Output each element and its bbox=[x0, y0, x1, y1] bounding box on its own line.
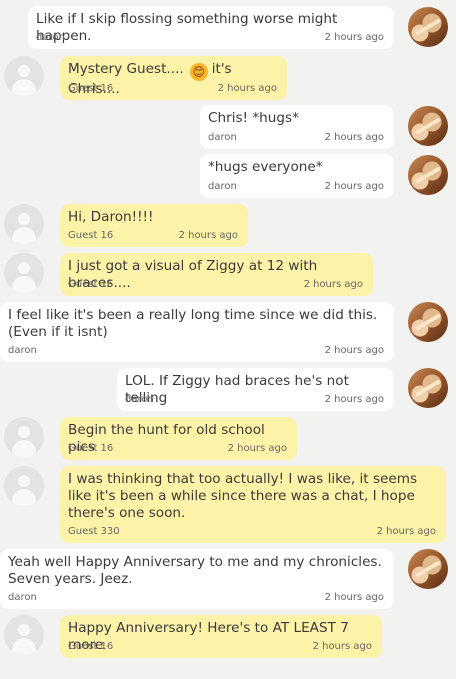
message-author[interactable]: daron bbox=[36, 32, 65, 44]
message-text: Mystery Guest.... bbox=[68, 61, 184, 77]
message-text: Hi, Daron!!!! bbox=[68, 209, 154, 225]
smile-emoji-icon: 😊 bbox=[189, 63, 208, 81]
message-author[interactable]: Guest 16 bbox=[68, 83, 113, 95]
message-author[interactable]: Guest 16 bbox=[68, 279, 113, 291]
message-text: Chris! *hugs* bbox=[208, 110, 299, 126]
message-time: 2 hours ago bbox=[324, 394, 384, 405]
message-author[interactable]: Guest 16 bbox=[68, 641, 113, 653]
message-author[interactable]: daron bbox=[208, 181, 237, 193]
message-text: I was thinking that too actually! I was … bbox=[68, 471, 418, 521]
message-bubble: Mystery Guest.... 😊 it's Chris.... Guest 1… bbox=[60, 56, 287, 100]
message-bubble: I just got a visual of Ziggy at 12 with … bbox=[60, 253, 373, 296]
message-time: 2 hours ago bbox=[324, 132, 384, 143]
message-bubble: I feel like it's been a really long time… bbox=[0, 302, 394, 362]
message-author[interactable]: Guest 16 bbox=[68, 443, 113, 455]
message-bubble: LOL. If Ziggy had braces he's not tellin… bbox=[117, 368, 394, 411]
message-author[interactable]: daron bbox=[208, 132, 237, 144]
message-bubble: Happy Anniversary! Here's to AT LEAST 7 … bbox=[60, 615, 382, 658]
message-time: 2 hours ago bbox=[324, 592, 384, 603]
message-text: Yeah well Happy Anniversary to me and my… bbox=[8, 554, 382, 587]
message-bubble: Yeah well Happy Anniversary to me and my… bbox=[0, 549, 394, 609]
chat-log: Like if I skip flossing something worse … bbox=[0, 0, 456, 679]
message-author[interactable]: daron bbox=[125, 394, 154, 406]
message-time: 2 hours ago bbox=[178, 230, 238, 241]
guest-avatar-icon[interactable] bbox=[4, 253, 44, 293]
message-time: 2 hours ago bbox=[324, 32, 384, 43]
message-bubble: Chris! *hugs* daron 2 hours ago bbox=[200, 105, 394, 149]
message-time: 2 hours ago bbox=[303, 279, 363, 290]
message-author[interactable]: Guest 330 bbox=[68, 526, 120, 538]
message-time: 2 hours ago bbox=[227, 443, 287, 454]
message-time: 2 hours ago bbox=[376, 526, 436, 537]
user-avatar[interactable] bbox=[408, 549, 448, 589]
guest-avatar-icon[interactable] bbox=[4, 417, 44, 457]
message-author[interactable]: Guest 16 bbox=[68, 230, 113, 242]
user-avatar[interactable] bbox=[408, 368, 448, 408]
message-time: 2 hours ago bbox=[324, 345, 384, 356]
message-text: *hugs everyone* bbox=[208, 159, 323, 175]
message-time: 2 hours ago bbox=[312, 641, 372, 652]
message-bubble: Hi, Daron!!!! Guest 16 2 hours ago bbox=[60, 204, 248, 247]
message-text: I feel like it's been a really long time… bbox=[8, 307, 378, 340]
message-time: 2 hours ago bbox=[324, 181, 384, 192]
message-time: 2 hours ago bbox=[217, 83, 277, 94]
message-bubble: Begin the hunt for old school pics Guest… bbox=[60, 417, 297, 460]
message-bubble: Like if I skip flossing something worse … bbox=[28, 6, 394, 49]
user-avatar[interactable] bbox=[408, 106, 448, 146]
guest-avatar-icon[interactable] bbox=[4, 466, 44, 506]
user-avatar[interactable] bbox=[408, 7, 448, 47]
guest-avatar-icon[interactable] bbox=[4, 204, 44, 244]
message-bubble: I was thinking that too actually! I was … bbox=[60, 466, 446, 543]
user-avatar[interactable] bbox=[408, 155, 448, 195]
message-bubble: *hugs everyone* daron 2 hours ago bbox=[200, 154, 394, 198]
user-avatar[interactable] bbox=[408, 302, 448, 342]
message-author[interactable]: daron bbox=[8, 592, 37, 604]
guest-avatar-icon[interactable] bbox=[4, 56, 44, 96]
guest-avatar-icon[interactable] bbox=[4, 615, 44, 655]
message-author[interactable]: daron bbox=[8, 345, 37, 357]
